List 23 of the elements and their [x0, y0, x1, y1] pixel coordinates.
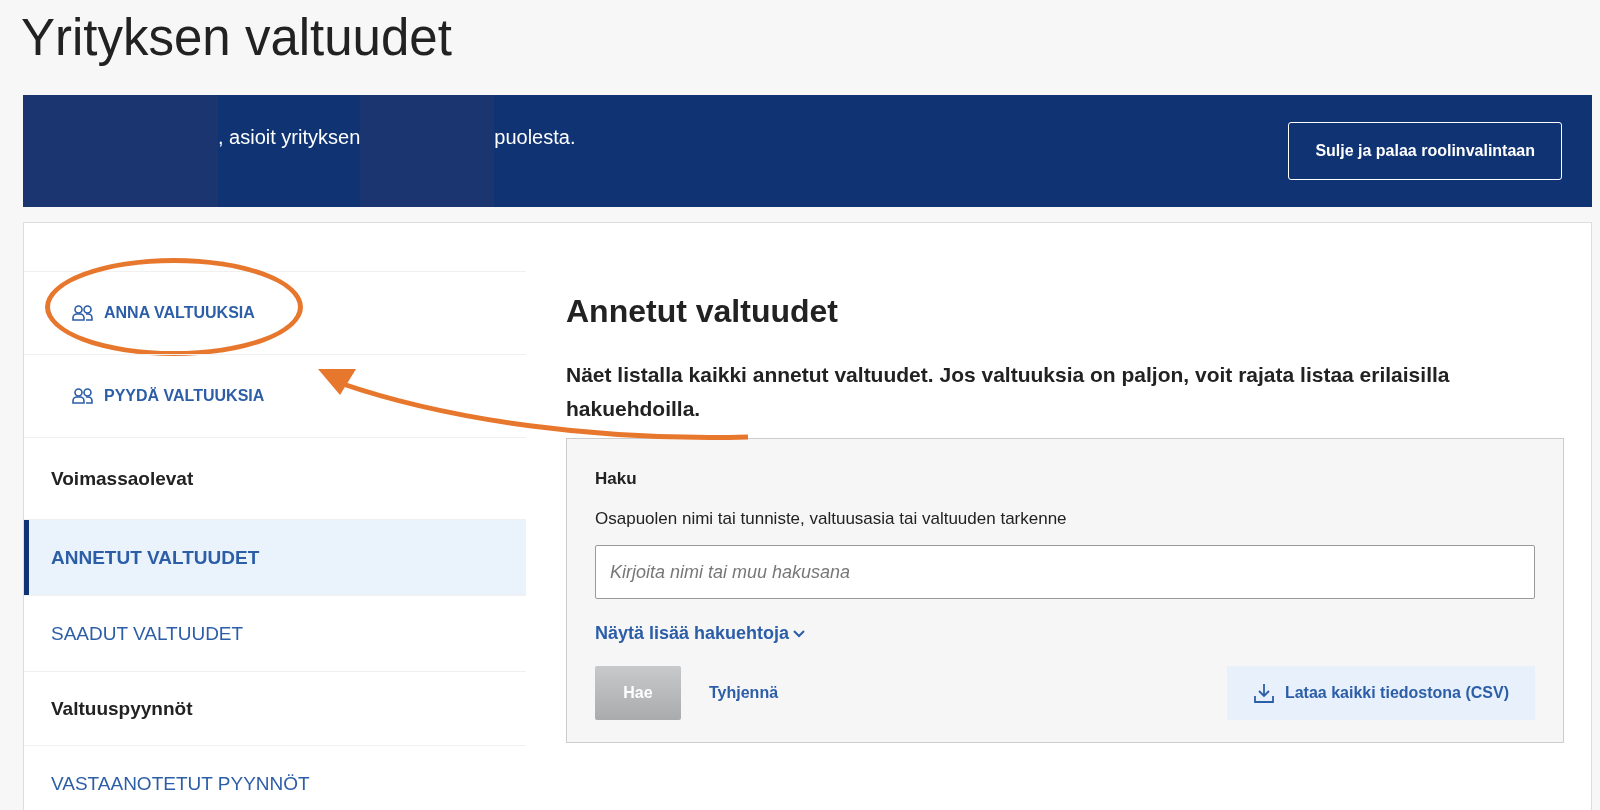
search-field[interactable]: Kirjoita nimi tai muu hakusana	[595, 545, 1535, 599]
nav-link[interactable]: ANNETUT VALTUUDET	[24, 520, 526, 595]
search-title: Haku	[595, 469, 638, 489]
people-icon	[72, 305, 94, 321]
clear-link[interactable]: Tyhjennä	[709, 684, 779, 702]
section-title: Annetut valtuudet	[566, 293, 839, 330]
intro-text: Näet listalla kaikki annetut valtuudet. Jos valtuuksia on paljon, voit rajata listaa erilaisilla hakuehdoilla.	[566, 362, 1451, 422]
action-link[interactable]: ANNA VALTUUKSIA	[72, 304, 255, 322]
page-title: Yrityksen valtuudet	[21, 8, 453, 68]
section-heading: Voimassaolevat	[51, 467, 194, 490]
chevron-down-icon	[793, 629, 806, 638]
people-icon	[72, 388, 94, 404]
close-button[interactable]: Sulje ja palaa roolinvalintaan	[1288, 122, 1562, 180]
nav-link[interactable]: SAADUT VALTUUDET	[24, 596, 526, 671]
search-label: Osapuolen nimi tai tunniste, valtuusasia tai valtuuden tarkenne	[595, 509, 1068, 529]
section-heading: Valtuuspyynnöt	[51, 697, 193, 720]
banner-text: puolesta.	[494, 125, 576, 150]
download-icon	[1252, 682, 1275, 704]
nav-link[interactable]: VASTAANOTETUT PYYNNÖT	[24, 746, 526, 810]
download-button[interactable]: Lataa kaikki tiedostona (CSV)	[1226, 666, 1535, 720]
more-filters-link[interactable]: Näytä lisää hakuehtoja	[595, 623, 806, 644]
action-link[interactable]: PYYDÄ VALTUUKSIA	[72, 387, 265, 405]
banner-text: , asioit yrityksen	[218, 125, 361, 150]
